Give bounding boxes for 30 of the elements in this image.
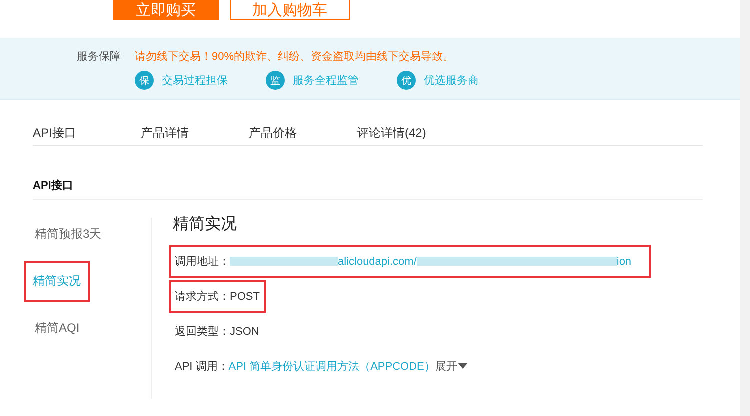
detail-title: 精简实况 — [173, 214, 238, 235]
field-label: API 调用： — [175, 360, 229, 374]
sidebar-item[interactable]: 精简AQI — [24, 313, 91, 344]
auth-link[interactable]: API 简单身份认证调用方法（APPCODE） — [228, 359, 436, 374]
add-to-cart-button[interactable]: 加入购物车 — [230, 0, 350, 20]
url-text[interactable]: ion — [616, 256, 632, 268]
caret-icon — [458, 363, 468, 370]
field-label: 请求方式： — [175, 290, 230, 304]
field-value: JSON — [230, 326, 260, 338]
expand-toggle[interactable]: 展开 — [435, 359, 458, 374]
url-text[interactable]: alicloudapi.com/ — [338, 256, 417, 268]
section-title: API接口 — [33, 178, 703, 200]
field-label: 返回类型： — [175, 325, 230, 339]
sidebar-item[interactable]: 精简预报3天 — [24, 219, 113, 250]
tab[interactable]: 评论详情(42) — [357, 125, 465, 145]
field-label: 调用地址： — [175, 255, 230, 269]
service-link[interactable]: 服务全程监管 — [293, 73, 359, 88]
field-value: POST — [230, 290, 260, 302]
service-label: 服务保障 — [77, 50, 121, 65]
warning-text: 请勿线下交易！90%的欺诈、纠纷、资金盗取均由线下交易导致。 — [135, 50, 456, 64]
sidebar-item[interactable]: 精简实况 — [24, 261, 90, 302]
service-icon: 保 — [135, 71, 154, 90]
service-icon: 优 — [397, 71, 416, 90]
tab[interactable]: API接口 — [33, 125, 141, 145]
buy-now-button[interactable]: 立即购买 — [113, 0, 219, 20]
service-link[interactable]: 优选服务商 — [424, 73, 479, 88]
tab[interactable]: 产品价格 — [249, 125, 357, 145]
service-link[interactable]: 交易过程担保 — [162, 73, 228, 88]
service-icon: 监 — [266, 71, 285, 90]
tab[interactable]: 产品详情 — [141, 125, 249, 145]
